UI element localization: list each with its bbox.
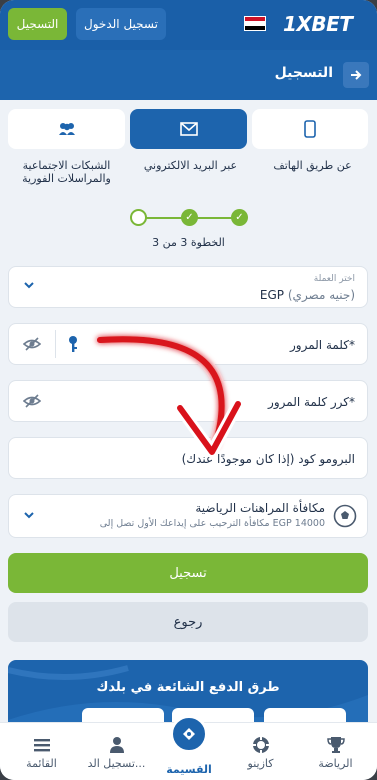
app-frame: التسجيل تسجيل الدخول 1XBET التسجيل عن طر…	[0, 0, 377, 780]
nav-casino[interactable]: كازينو	[223, 723, 298, 780]
phone-icon	[304, 120, 316, 138]
nav-menu[interactable]: القائمة	[4, 723, 79, 780]
currency-select[interactable]: اختر العملة EGP (جنيه مصري)	[8, 266, 368, 308]
password-placeholder: كلمة المرور*	[289, 338, 355, 352]
chevron-down-icon	[23, 279, 35, 294]
nav-sports[interactable]: الرياضة	[298, 723, 373, 780]
currency-label: اختر العملة	[313, 274, 355, 284]
tab-social-label: الشبكات الاجتماعية والمراسلات الفورية	[22, 159, 111, 185]
eye-off-icon[interactable]	[22, 393, 42, 413]
nav-coupon-label[interactable]: القسيمة	[160, 763, 218, 776]
top-bar: التسجيل تسجيل الدخول 1XBET	[0, 0, 377, 50]
bottom-navigation: الرياضة كازينو القسيمة تسجيل الد... القا…	[0, 715, 377, 780]
login-button[interactable]: تسجيل الدخول	[76, 8, 166, 40]
chevron-down-icon	[23, 509, 35, 524]
page-title: التسجيل	[274, 65, 333, 81]
tab-email[interactable]	[130, 109, 247, 149]
soccer-ball-icon	[333, 504, 357, 532]
nav-sports-label: الرياضة	[318, 757, 353, 770]
eye-off-icon[interactable]	[22, 336, 42, 356]
key-icon[interactable]	[67, 335, 79, 357]
casino-chip-icon	[252, 737, 269, 753]
promo-code-placeholder: البرومو كود (إذا كان موجودًا عندك)	[181, 452, 355, 466]
step-indicator: الخطوة 3 من 3	[152, 236, 225, 249]
users-icon	[58, 123, 75, 135]
nav-menu-label: القائمة	[26, 757, 57, 770]
menu-icon	[33, 739, 50, 752]
trophy-icon	[326, 737, 345, 753]
divider	[55, 330, 56, 358]
currency-name: (جنيه مصري)	[287, 288, 355, 302]
currency-code: EGP	[259, 288, 285, 302]
logo: 1XBET	[283, 12, 353, 36]
bonus-select[interactable]: مكافأة المراهنات الرياضية مكافأة الترحيب…	[8, 494, 368, 538]
step-2-check-icon: ✓	[181, 209, 198, 226]
egypt-flag-icon[interactable]	[244, 16, 266, 31]
arrow-right-icon[interactable]	[343, 62, 369, 88]
user-icon	[109, 737, 124, 753]
tab-email-label: عبر البريد الالكتروني	[143, 159, 238, 172]
submit-register-button[interactable]: تسجيل	[8, 553, 368, 593]
envelope-icon	[179, 122, 198, 136]
currency-value: EGP (جنيه مصري)	[260, 288, 355, 302]
back-button[interactable]: رجوع	[8, 602, 368, 642]
tab-phone-label: عن طريق الهاتف	[273, 159, 352, 172]
nav-register-label: تسجيل الد...	[87, 757, 146, 770]
tab-phone[interactable]	[252, 109, 368, 149]
step-1-check-icon: ✓	[231, 209, 248, 226]
payment-banner-title: طرق الدفع الشائعة في بلدك	[96, 680, 280, 695]
bonus-description: مكافأة الترحيب على إيداعك الأول تصل إلى …	[99, 518, 325, 529]
nav-register[interactable]: تسجيل الد...	[79, 723, 154, 780]
register-button[interactable]: التسجيل	[8, 8, 67, 40]
registration-header: التسجيل	[0, 50, 377, 100]
step-3-circle	[130, 209, 147, 226]
nav-casino-label: كازينو	[247, 757, 274, 770]
confirm-password-placeholder: كرر كلمة المرور*	[268, 395, 355, 409]
promo-code-field[interactable]: البرومو كود (إذا كان موجودًا عندك)	[8, 437, 368, 479]
coupon-icon[interactable]	[170, 715, 208, 753]
bonus-title: مكافأة المراهنات الرياضية	[195, 501, 325, 515]
tab-social[interactable]	[8, 109, 125, 149]
confirm-password-field[interactable]: كرر كلمة المرور*	[8, 380, 368, 422]
password-field[interactable]: كلمة المرور*	[8, 323, 368, 365]
